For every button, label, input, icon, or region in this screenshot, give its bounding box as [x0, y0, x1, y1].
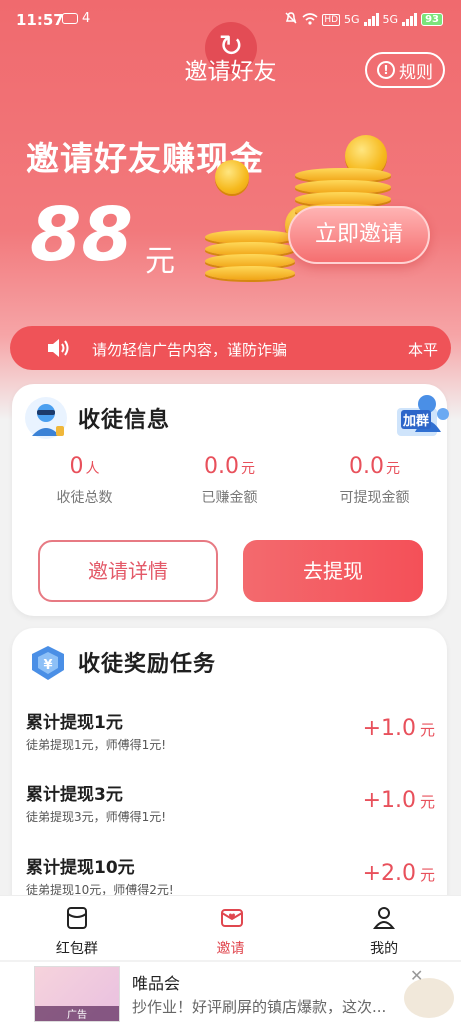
ad-thumbnail: 广告 — [34, 966, 120, 1022]
invite-details-button[interactable]: 邀请详情 — [38, 540, 218, 602]
stat-withdrawable-amount: 0.0 元 可提现金额 — [302, 454, 447, 514]
battery-indicator: 93 — [421, 13, 443, 26]
network-5g-label-2: 5G — [382, 13, 399, 26]
ad-thumb-label: 广告 — [35, 1006, 119, 1021]
ad-text: 抄作业！好评刷屏的镇店爆款，这次... — [132, 998, 387, 1016]
rules-label: 规则 — [399, 62, 433, 83]
network-5g-label: 5G — [344, 13, 360, 26]
stat-unit: 元 — [386, 461, 400, 477]
task-desc: 徒弟提现1元，师傅得1元! — [26, 738, 167, 752]
stat-value: 0 — [69, 454, 84, 479]
ad-banner[interactable]: 广告 唯品会 抄作业！好评刷屏的镇店爆款，这次... ✕ — [0, 962, 461, 1024]
notice-bar: 请勿轻信广告内容，谨防诈骗 本平 — [10, 326, 451, 370]
mute-icon — [284, 11, 298, 28]
task-reward-unit: 元 — [419, 866, 435, 884]
task-title: 累计提现10元 — [26, 858, 135, 878]
notice-text-continued: 本平 — [408, 341, 439, 359]
withdraw-button[interactable]: 去提现 — [243, 540, 423, 602]
task-reward: +1.0 元 — [363, 788, 435, 813]
task-item: 累计提现3元 徒弟提现3元，师傅得1元! +1.0 元 — [12, 780, 447, 840]
stat-label: 可提现金额 — [339, 490, 410, 506]
task-desc: 徒弟提现3元，师傅得1元! — [26, 810, 167, 824]
task-reward: +2.0 元 — [363, 861, 435, 886]
status-icons: HD 5G 5G 93 — [284, 11, 443, 28]
invite-icon — [220, 906, 243, 930]
signal-icon — [363, 13, 379, 26]
apprentice-card-title: 收徒信息 — [78, 408, 171, 433]
avatar-icon — [24, 396, 68, 440]
stat-label: 收徒总数 — [56, 490, 113, 506]
join-group-button[interactable]: 加群 — [393, 388, 453, 442]
watermark-logo — [404, 978, 454, 1018]
task-title: 累计提现3元 — [26, 785, 123, 805]
message-icon — [62, 13, 78, 24]
invite-now-button[interactable]: 立即邀请 — [288, 206, 430, 264]
hero-unit: 元 — [145, 244, 175, 279]
wifi-icon — [302, 12, 318, 28]
nav-label: 红包群 — [55, 941, 98, 957]
stat-value: 0.0 — [204, 454, 239, 479]
hd-label: HD — [322, 13, 341, 26]
ad-brand: 唯品会 — [132, 974, 181, 993]
bottom-nav: 红包群 邀请 我的 — [0, 895, 461, 960]
stat-value: 0.0 — [349, 454, 384, 479]
stat-earned-amount: 0.0 元 已赚金额 — [157, 454, 302, 514]
info-icon: ! — [377, 61, 395, 79]
task-reward: +1.0 元 — [363, 716, 435, 741]
nav-label: 我的 — [370, 941, 399, 957]
notice-text: 请勿轻信广告内容，谨防诈骗 — [92, 341, 288, 359]
notification-count: 4 — [82, 11, 91, 26]
apprentice-info-card: 收徒信息 加群 0人 收徒总数 0.0 元 已赚金额 0.0 元 可提现金额 邀请详… — [12, 384, 449, 616]
stat-total-apprentices: 0人 收徒总数 — [12, 454, 157, 514]
task-reward-unit: 元 — [419, 793, 435, 811]
profile-icon — [373, 906, 396, 930]
reward-tasks-card: ¥ 收徒奖励任务 累计提现1元 徒弟提现1元，师傅得1元! +1.0 元 累计提现… — [12, 628, 447, 928]
reward-task-icon: ¥ — [28, 644, 68, 684]
stats-row: 0人 收徒总数 0.0 元 已赚金额 0.0 元 可提现金额 — [12, 454, 447, 514]
hero-amount: 88 — [30, 192, 133, 278]
svg-text:¥: ¥ — [43, 658, 52, 673]
task-reward-value: +2.0 — [362, 861, 416, 886]
stat-unit: 元 — [241, 461, 255, 477]
join-group-label: 加群 — [401, 410, 432, 429]
stat-unit: 人 — [85, 461, 100, 477]
status-time: 11:57 — [16, 11, 64, 29]
speaker-icon — [46, 337, 70, 359]
stat-label: 已赚金额 — [201, 490, 258, 506]
nav-item-red-packet-group[interactable]: 红包群 — [0, 896, 154, 960]
nav-item-profile[interactable]: 我的 — [307, 896, 461, 960]
signal-icon-2 — [402, 13, 418, 26]
task-item: 累计提现1元 徒弟提现1元，师傅得1元! +1.0 元 — [12, 708, 447, 768]
tasks-card-title: 收徒奖励任务 — [78, 652, 217, 677]
nav-item-invite[interactable]: 邀请 — [154, 896, 308, 960]
nav-label: 邀请 — [216, 941, 245, 957]
rules-button[interactable]: ! 规则 — [365, 52, 445, 88]
red-packet-icon — [66, 906, 88, 930]
task-reward-value: +1.0 — [362, 788, 416, 813]
task-title: 累计提现1元 — [26, 713, 123, 733]
task-reward-unit: 元 — [419, 721, 435, 739]
task-reward-value: +1.0 — [362, 716, 416, 741]
